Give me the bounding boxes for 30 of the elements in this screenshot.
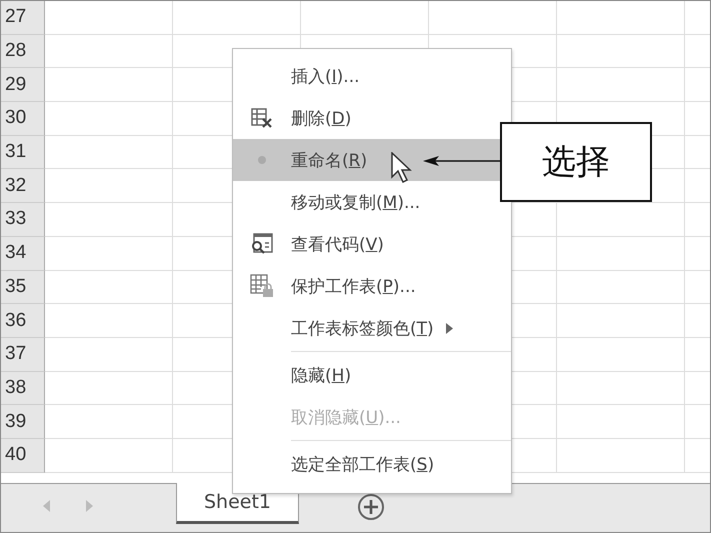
scroll-right-icon[interactable] [85, 500, 93, 512]
row-header[interactable]: 36 [1, 304, 45, 338]
protect-sheet-icon [250, 274, 274, 298]
row-header[interactable]: 30 [1, 102, 45, 136]
add-sheet-icon[interactable] [357, 493, 385, 521]
mouse-pointer-icon [391, 152, 413, 186]
menu-item[interactable]: 选定全部工作表(S) [233, 443, 511, 485]
menu-item[interactable]: 工作表标签颜色(T) [233, 307, 511, 349]
callout-label: 选择 [500, 122, 652, 202]
row-header[interactable]: 39 [1, 405, 45, 439]
row-header[interactable]: 33 [1, 203, 45, 237]
row-header[interactable]: 31 [1, 136, 45, 170]
menu-item[interactable]: 隐藏(H) [233, 354, 511, 396]
menu-item[interactable]: 查看代码(V) [233, 223, 511, 265]
row-header[interactable]: 29 [1, 68, 45, 102]
row-header[interactable]: 35 [1, 270, 45, 304]
delete-sheet-icon [251, 107, 273, 129]
row-header[interactable]: 34 [1, 236, 45, 270]
row-header[interactable]: 32 [1, 169, 45, 204]
row-header[interactable]: 28 [1, 34, 45, 68]
scroll-left-icon[interactable] [43, 500, 51, 512]
dot-icon [258, 156, 266, 164]
row-header[interactable]: 37 [1, 338, 45, 372]
row-header[interactable]: 38 [1, 372, 45, 406]
submenu-arrow-icon [446, 322, 453, 334]
view-code-icon [250, 233, 274, 255]
menu-item[interactable]: 插入(I)... [233, 55, 511, 97]
row-header[interactable]: 27 [1, 1, 45, 35]
row-header[interactable]: 40 [1, 438, 45, 473]
menu-item[interactable]: 保护工作表(P)... [233, 265, 511, 307]
